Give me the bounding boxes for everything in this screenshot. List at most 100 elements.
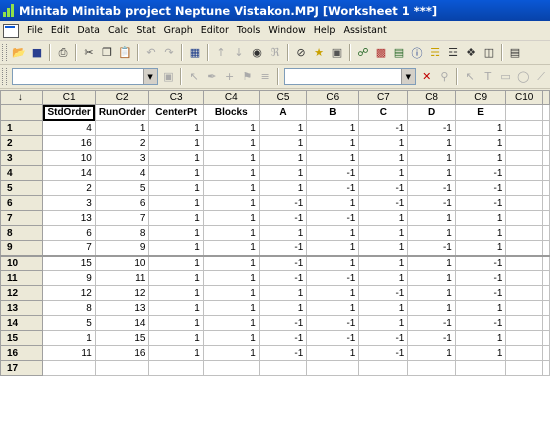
table-cell[interactable] bbox=[505, 165, 543, 181]
table-cell[interactable] bbox=[505, 285, 543, 301]
table-cell[interactable] bbox=[505, 135, 543, 151]
table-cell[interactable]: 2 bbox=[94, 135, 150, 151]
menu-editor[interactable]: Editor bbox=[197, 25, 233, 36]
table-cell[interactable]: -1 bbox=[407, 195, 456, 211]
table-cell[interactable]: 1 bbox=[358, 150, 409, 166]
table-cell[interactable]: -1 bbox=[258, 270, 308, 286]
table-cell[interactable]: -1 bbox=[454, 285, 507, 301]
table-cell[interactable] bbox=[542, 240, 550, 256]
table-cell[interactable]: 1 bbox=[358, 135, 409, 151]
table-cell[interactable]: 1 bbox=[42, 330, 96, 346]
menu-tools[interactable]: Tools bbox=[233, 25, 264, 36]
table-cell[interactable]: 1 bbox=[407, 300, 456, 316]
table-cell[interactable]: 1 bbox=[148, 225, 204, 241]
table-cell[interactable]: 2 bbox=[42, 180, 96, 196]
text-tool-icon[interactable]: T bbox=[480, 69, 496, 85]
report-pad-icon[interactable]: ☲ bbox=[445, 45, 461, 61]
table-cell[interactable]: -1 bbox=[407, 120, 456, 136]
table-cell[interactable] bbox=[505, 210, 543, 226]
table-cell[interactable]: 1 bbox=[407, 165, 456, 181]
table-cell[interactable]: 16 bbox=[94, 345, 150, 361]
table-cell[interactable] bbox=[505, 300, 543, 316]
table-cell[interactable] bbox=[542, 300, 550, 316]
paste-icon[interactable]: 📋 bbox=[117, 45, 133, 61]
table-cell[interactable]: -1 bbox=[258, 240, 308, 256]
table-cell[interactable]: 10 bbox=[94, 254, 150, 271]
table-cell[interactable]: 9 bbox=[94, 240, 150, 256]
table-cell[interactable]: -1 bbox=[306, 165, 360, 181]
worksheet-grid[interactable]: ↓ C1 C2 C3 C4 C5 C6 C7 C8 C9 C10 StdOrder RunOrder Ce… bbox=[0, 90, 550, 432]
chevron-down-icon[interactable]: ▼ bbox=[142, 69, 157, 84]
delete-x-icon[interactable]: ✕ bbox=[419, 69, 435, 85]
table-cell[interactable] bbox=[454, 360, 507, 376]
redo-icon[interactable]: ↷ bbox=[161, 45, 177, 61]
table-cell[interactable] bbox=[505, 360, 543, 376]
table-cell[interactable]: -1 bbox=[258, 210, 308, 226]
table-cell[interactable]: 3 bbox=[42, 195, 96, 211]
table-cell[interactable]: 13 bbox=[42, 210, 96, 226]
table-cell[interactable]: 14 bbox=[42, 165, 96, 181]
pointer-icon[interactable]: ↖ bbox=[462, 69, 478, 85]
table-cell[interactable]: 1 bbox=[306, 345, 360, 361]
row-number[interactable]: 6 bbox=[0, 195, 44, 211]
open-folder-icon[interactable]: 📂 bbox=[11, 45, 27, 61]
table-cell[interactable]: 1 bbox=[148, 300, 204, 316]
table-cell[interactable]: 1 bbox=[454, 225, 507, 241]
table-cell[interactable]: -1 bbox=[407, 180, 456, 196]
rectangle-tool-icon[interactable]: ▭ bbox=[498, 69, 514, 85]
crosshair-icon[interactable]: + bbox=[222, 69, 238, 85]
table-cell[interactable]: 1 bbox=[407, 254, 456, 271]
table-cell[interactable]: 1 bbox=[148, 120, 204, 136]
table-cell[interactable]: 5 bbox=[42, 315, 96, 331]
column-id-header[interactable]: C1 bbox=[42, 90, 96, 105]
table-cell[interactable]: 12 bbox=[42, 285, 96, 301]
table-cell[interactable]: 1 bbox=[258, 300, 308, 316]
table-cell[interactable]: 1 bbox=[258, 165, 308, 181]
table-cell[interactable]: 11 bbox=[94, 270, 150, 286]
table-cell[interactable] bbox=[542, 150, 550, 166]
table-cell[interactable]: 1 bbox=[358, 300, 409, 316]
table-cell[interactable]: 1 bbox=[202, 285, 260, 301]
row-number[interactable]: 16 bbox=[0, 345, 44, 361]
table-cell[interactable]: 10 bbox=[42, 150, 96, 166]
table-cell[interactable]: 1 bbox=[407, 225, 456, 241]
table-cell[interactable] bbox=[542, 270, 550, 286]
table-cell[interactable]: -1 bbox=[358, 285, 409, 301]
table-cell[interactable]: 1 bbox=[258, 120, 308, 136]
graph-layout-icon[interactable]: ▣ bbox=[161, 69, 177, 85]
table-cell[interactable]: 1 bbox=[358, 315, 409, 331]
table-cell[interactable]: 1 bbox=[306, 300, 360, 316]
row-number[interactable]: 15 bbox=[0, 330, 44, 346]
column-id-header[interactable]: C9 bbox=[454, 90, 507, 105]
table-cell[interactable]: -1 bbox=[306, 315, 360, 331]
arrow-up-icon[interactable]: ↑ bbox=[213, 45, 229, 61]
table-cell[interactable]: 6 bbox=[94, 195, 150, 211]
table-cell[interactable] bbox=[505, 195, 543, 211]
column-id-header[interactable]: C7 bbox=[358, 90, 409, 105]
table-cell[interactable]: 1 bbox=[306, 195, 360, 211]
ellipse-tool-icon[interactable]: ◯ bbox=[515, 69, 531, 85]
table-cell[interactable] bbox=[505, 270, 543, 286]
flag-icon[interactable]: ⚑ bbox=[240, 69, 256, 85]
font-combo[interactable]: ▼ bbox=[11, 68, 158, 85]
table-cell[interactable]: 1 bbox=[148, 270, 204, 286]
table-cell[interactable]: -1 bbox=[407, 240, 456, 256]
table-cell[interactable] bbox=[542, 210, 550, 226]
table-cell[interactable]: -1 bbox=[454, 180, 507, 196]
table-cell[interactable]: 1 bbox=[148, 315, 204, 331]
row-number[interactable]: 7 bbox=[0, 210, 44, 226]
select-arrow-icon[interactable]: ↖ bbox=[186, 69, 202, 85]
table-cell[interactable]: 1 bbox=[306, 240, 360, 256]
table-cell[interactable]: 1 bbox=[454, 240, 507, 256]
table-cell[interactable]: 1 bbox=[202, 240, 260, 256]
table-cell[interactable] bbox=[505, 180, 543, 196]
menu-data[interactable]: Data bbox=[73, 25, 104, 36]
table-cell[interactable]: 8 bbox=[42, 300, 96, 316]
table-cell[interactable]: 1 bbox=[148, 345, 204, 361]
toolbar-grip[interactable] bbox=[2, 68, 7, 85]
table-cell[interactable] bbox=[542, 330, 550, 346]
table-cell[interactable] bbox=[42, 360, 96, 376]
table-cell[interactable]: 16 bbox=[42, 135, 96, 151]
table-cell[interactable]: 12 bbox=[94, 285, 150, 301]
table-cell[interactable]: -1 bbox=[306, 330, 360, 346]
